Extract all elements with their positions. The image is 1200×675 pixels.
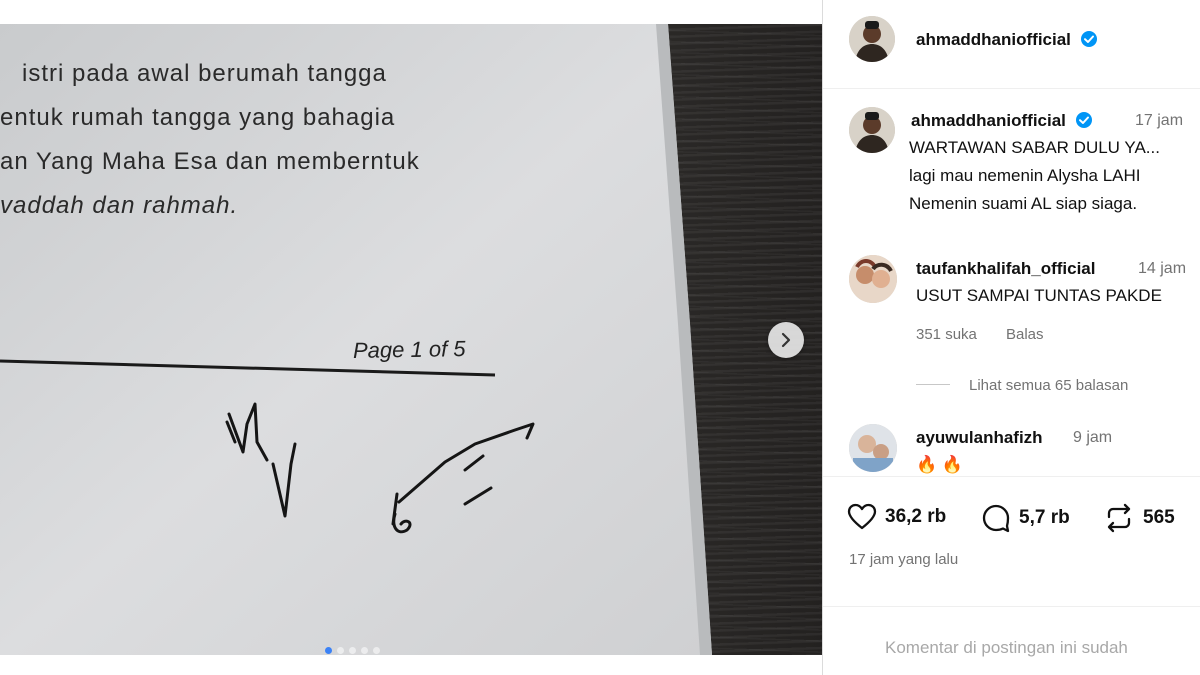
comment-count: 5,7 rb [1019, 507, 1070, 528]
carousel-dot [373, 647, 380, 654]
avatar-image [849, 424, 897, 472]
comment-username-2[interactable]: ayuwulanhafizh [916, 428, 1043, 448]
document-line-3: an Yang Maha Esa dan memberntuk [0, 148, 420, 175]
comment-divider [823, 606, 1200, 607]
carousel-dot [337, 647, 344, 654]
caption-time: 17 jam [1135, 112, 1184, 129]
post-timestamp: 17 jam yang lalu [849, 551, 959, 568]
comments-disabled-notice: Komentar di postingan ini sudah [885, 638, 1128, 657]
avatar-image [849, 107, 895, 153]
post-photo: istri pada awal berumah tangga entuk rum… [0, 24, 822, 655]
comment-avatar-ayuwulanhafizh[interactable] [849, 424, 897, 472]
header-divider [823, 88, 1200, 89]
verified-badge-icon [1075, 112, 1092, 128]
post-details-panel: ahmaddhaniofficial ahmaddhaniofficial 17… [822, 0, 1200, 675]
actions-divider [823, 476, 1200, 477]
carousel-dot [349, 647, 356, 654]
comment-username-1[interactable]: taufankhalifah_official [916, 259, 1095, 279]
caption-username-text: ahmaddhaniofficial [911, 111, 1066, 130]
handwritten-signatures [225, 402, 535, 534]
comment-button[interactable]: 5,7 rb [981, 503, 1070, 533]
caption-line-1: WARTAWAN SABAR DULU YA... [909, 138, 1160, 157]
view-replies-link[interactable]: Lihat semua 65 balasan [969, 377, 1128, 394]
caption-line-3: Nemenin suami AL siap siaga. [909, 194, 1138, 213]
caption-username[interactable]: ahmaddhaniofficial [911, 111, 1093, 131]
author-avatar[interactable] [849, 16, 895, 62]
repost-count: 565 [1143, 507, 1175, 528]
page-number-label: Page 1 of 5 [352, 336, 466, 363]
replies-divider-line [916, 384, 950, 385]
caption-line-2: lagi mau nemenin Alysha LAHI [909, 166, 1141, 185]
carousel-dot [361, 647, 368, 654]
repost-button[interactable]: 565 [1103, 503, 1175, 533]
avatar-image [849, 16, 895, 62]
header-username[interactable]: ahmaddhaniofficial [916, 30, 1098, 50]
comment-avatar-taufankhalifah[interactable] [849, 255, 897, 303]
comment-reply-button-1[interactable]: Balas [1006, 326, 1044, 343]
like-count: 36,2 rb [885, 506, 947, 527]
comment-likes-1[interactable]: 351 suka [916, 326, 977, 343]
next-slide-button[interactable] [768, 322, 804, 358]
comment-text-1: USUT SAMPAI TUNTAS PAKDE [916, 286, 1162, 305]
carousel-dots [325, 647, 380, 654]
chevron-right-icon [781, 332, 791, 348]
comment-time-1: 14 jam [1138, 260, 1187, 277]
like-button[interactable]: 36,2 rb [847, 503, 946, 531]
avatar-image [849, 255, 897, 303]
carousel-dot [325, 647, 332, 654]
repost-icon [1107, 503, 1131, 533]
document-line-4: vaddah dan rahmah. [0, 192, 239, 219]
document-line-2: entuk rumah tangga yang bahagia [0, 104, 396, 131]
document-line-1: istri pada awal berumah tangga [22, 60, 387, 87]
comment-time-2: 9 jam [1073, 429, 1113, 446]
verified-badge-icon [1080, 31, 1097, 47]
comment-icon [982, 504, 1010, 533]
heart-icon [847, 503, 877, 530]
caption-author-avatar[interactable] [849, 107, 895, 153]
header-username-text: ahmaddhaniofficial [916, 30, 1071, 49]
post-media: istri pada awal berumah tangga entuk rum… [0, 0, 822, 675]
comment-text-2: 🔥 🔥 [916, 455, 964, 474]
